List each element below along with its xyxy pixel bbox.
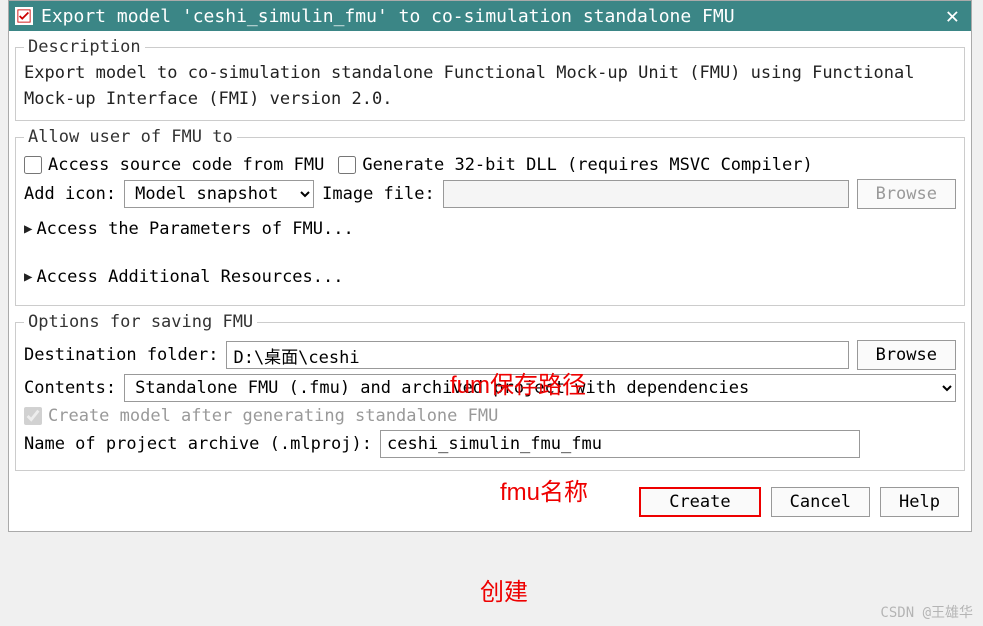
create-button[interactable]: Create: [639, 487, 760, 517]
create-model-checkbox: Create model after generating standalone…: [24, 406, 498, 426]
access-source-checkbox[interactable]: Access source code from FMU: [24, 155, 324, 175]
watermark: CSDN @王雄华: [880, 602, 973, 622]
options-legend: Options for saving FMU: [24, 312, 257, 332]
dest-folder-label: Destination folder:: [24, 345, 218, 365]
contents-label: Contents:: [24, 378, 116, 398]
image-browse-button: Browse: [857, 179, 956, 209]
triangle-right-icon: ▶: [24, 269, 32, 285]
create-model-input: [24, 407, 42, 425]
resources-expander-label: Access Additional Resources...: [36, 267, 343, 287]
dialog-window: Export model 'ceshi_simulin_fmu' to co-s…: [8, 0, 972, 532]
button-row: Create Cancel Help: [9, 477, 971, 531]
archive-name-input[interactable]: [380, 430, 860, 458]
access-source-label: Access source code from FMU: [48, 155, 324, 175]
gen32-input[interactable]: [338, 156, 356, 174]
gen32-label: Generate 32-bit DLL (requires MSVC Compi…: [362, 155, 812, 175]
add-icon-select[interactable]: Model snapshot: [124, 180, 314, 208]
title-bar: Export model 'ceshi_simulin_fmu' to co-s…: [9, 1, 971, 31]
create-model-label: Create model after generating standalone…: [48, 406, 498, 426]
dest-folder-input[interactable]: [226, 341, 848, 369]
allow-group: Allow user of FMU to Access source code …: [15, 127, 965, 306]
params-expander[interactable]: ▶ Access the Parameters of FMU...: [24, 219, 956, 239]
help-button[interactable]: Help: [880, 487, 959, 517]
add-icon-label: Add icon:: [24, 184, 116, 204]
close-icon[interactable]: ✕: [940, 4, 965, 29]
dest-browse-button[interactable]: Browse: [857, 340, 956, 370]
options-group: Options for saving FMU Destination folde…: [15, 312, 965, 471]
triangle-right-icon: ▶: [24, 221, 32, 237]
image-file-label: Image file:: [322, 184, 435, 204]
allow-legend: Allow user of FMU to: [24, 127, 237, 147]
access-source-input[interactable]: [24, 156, 42, 174]
window-title: Export model 'ceshi_simulin_fmu' to co-s…: [41, 6, 940, 27]
contents-select[interactable]: Standalone FMU (.fmu) and archived proje…: [124, 374, 956, 402]
gen32-checkbox[interactable]: Generate 32-bit DLL (requires MSVC Compi…: [338, 155, 812, 175]
description-text: Export model to co-simulation standalone…: [24, 61, 956, 112]
app-icon: [15, 7, 33, 25]
description-group: Description Export model to co-simulatio…: [15, 37, 965, 121]
archive-name-label: Name of project archive (.mlproj):: [24, 434, 372, 454]
cancel-button[interactable]: Cancel: [771, 487, 870, 517]
annotation-create: 创建: [480, 572, 528, 607]
resources-expander[interactable]: ▶ Access Additional Resources...: [24, 267, 956, 287]
image-file-input: [443, 180, 849, 208]
description-legend: Description: [24, 37, 145, 57]
params-expander-label: Access the Parameters of FMU...: [36, 219, 353, 239]
